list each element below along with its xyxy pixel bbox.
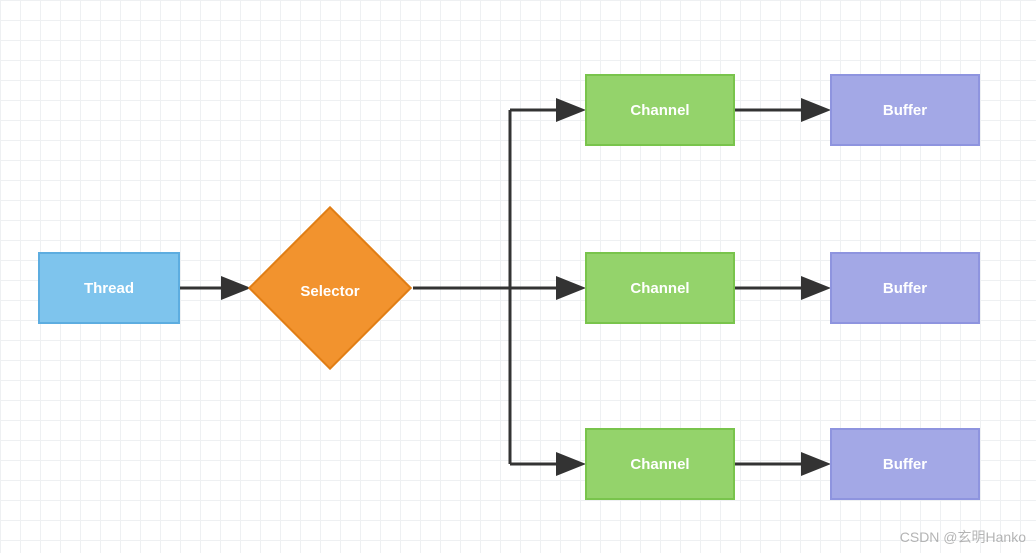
- selector-node: Selector: [248, 206, 412, 370]
- watermark-text: CSDN @玄明Hanko: [900, 527, 1026, 547]
- buffer-node-1: Buffer: [830, 252, 980, 324]
- thread-label: Thread: [84, 280, 134, 297]
- channel-node-2: Channel: [585, 428, 735, 500]
- channel-node-0: Channel: [585, 74, 735, 146]
- buffer-node-0: Buffer: [830, 74, 980, 146]
- buffer-label: Buffer: [883, 102, 927, 119]
- channel-node-1: Channel: [585, 252, 735, 324]
- channel-label: Channel: [630, 102, 689, 119]
- selector-label: Selector: [300, 282, 359, 299]
- buffer-label: Buffer: [883, 456, 927, 473]
- buffer-label: Buffer: [883, 280, 927, 297]
- channel-label: Channel: [630, 456, 689, 473]
- channel-label: Channel: [630, 280, 689, 297]
- buffer-node-2: Buffer: [830, 428, 980, 500]
- thread-node: Thread: [38, 252, 180, 324]
